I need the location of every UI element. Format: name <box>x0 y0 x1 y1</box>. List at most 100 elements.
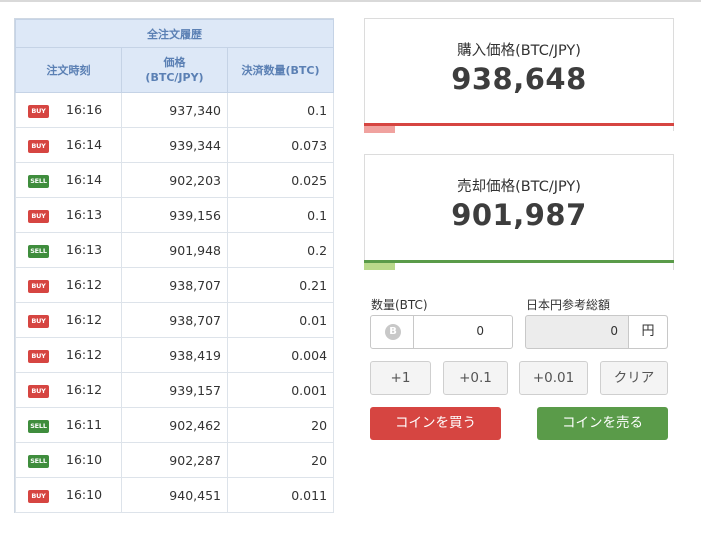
buy-badge: BUY <box>28 350 49 363</box>
order-quantity: 0.2 <box>226 232 335 268</box>
order-time-cell: SELL 16:11 <box>15 407 122 443</box>
order-price: 938,707 <box>121 267 228 303</box>
buy-price-panel: 購入価格(BTC/JPY) 938,648 <box>364 18 674 133</box>
sell-price-panel: 売却価格(BTC/JPY) 901,987 <box>364 154 674 270</box>
order-price: 937,340 <box>121 92 228 128</box>
order-time-cell: BUY 16:12 <box>15 302 122 338</box>
order-time: 16:14 <box>66 172 103 187</box>
order-time-cell: BUY 16:10 <box>15 477 122 513</box>
order-price: 901,948 <box>121 232 228 268</box>
jpy-total-label: 日本円参考総額 <box>526 298 611 312</box>
order-time-cell: BUY 16:16 <box>15 92 122 128</box>
order-time: 16:11 <box>66 417 103 432</box>
buy-badge: BUY <box>28 210 49 223</box>
add-0.1-button[interactable]: +0.1 <box>443 361 508 395</box>
sell-badge: SELL <box>28 455 49 468</box>
order-price: 938,419 <box>121 337 228 373</box>
order-time-cell: SELL 16:10 <box>15 442 122 478</box>
column-header-time: 注文時刻 <box>15 47 122 93</box>
sell-badge: SELL <box>28 175 49 188</box>
order-quantity: 0.025 <box>226 162 335 198</box>
order-price: 939,344 <box>121 127 228 163</box>
order-time: 16:12 <box>66 277 103 292</box>
table-row: SELL 16:14 902,203 0.025 <box>15 162 335 198</box>
order-history-rows: BUY 16:16 937,340 0.1 BUY 16:14 939,344 0.073 SE… <box>15 92 335 513</box>
table-row: BUY 16:16 937,340 0.1 <box>15 92 335 128</box>
sell-badge: SELL <box>28 245 49 258</box>
add-0.01-button[interactable]: +0.01 <box>519 361 588 395</box>
buy-badge: BUY <box>28 105 49 118</box>
order-quantity: 0.001 <box>226 372 335 408</box>
order-time: 16:12 <box>66 382 103 397</box>
buy-badge: BUY <box>28 280 49 293</box>
quantity-value[interactable]: 0 <box>415 324 484 338</box>
order-price: 902,287 <box>121 442 228 478</box>
order-history-panel: 全注文履歴 注文時刻 価格 (BTC/JPY) 決済数量(BTC) BUY 16:… <box>14 18 335 513</box>
buy-price-value: 938,648 <box>451 62 587 96</box>
sell-price-label: 売却価格(BTC/JPY) <box>457 179 581 195</box>
order-time-cell: SELL 16:13 <box>15 232 122 268</box>
order-price: 938,707 <box>121 302 228 338</box>
jpy-total-field: 0 円 <box>525 315 668 349</box>
order-quantity: 0.1 <box>226 197 335 233</box>
order-quantity: 20 <box>226 442 335 478</box>
table-row: BUY 16:14 939,344 0.073 <box>15 127 335 163</box>
order-history-table: 全注文履歴 注文時刻 価格 (BTC/JPY) 決済数量(BTC) BUY 16:… <box>14 19 335 513</box>
top-divider <box>0 0 701 2</box>
order-time-cell: BUY 16:12 <box>15 372 122 408</box>
order-time: 16:13 <box>66 207 103 222</box>
table-row: BUY 16:13 939,156 0.1 <box>15 197 335 233</box>
order-time: 16:10 <box>66 487 103 502</box>
table-row: SELL 16:11 902,462 20 <box>15 407 335 443</box>
order-time-cell: SELL 16:14 <box>15 162 122 198</box>
sell-coin-button[interactable]: コインを売る <box>537 407 668 440</box>
order-price: 902,203 <box>121 162 228 198</box>
order-time: 16:16 <box>66 102 103 117</box>
order-quantity: 0.1 <box>226 92 335 128</box>
buy-price-label: 購入価格(BTC/JPY) <box>457 43 581 59</box>
jpy-total-value: 0 <box>610 324 618 338</box>
clear-button[interactable]: クリア <box>600 361 668 395</box>
buy-price-underline <box>364 123 674 126</box>
table-row: BUY 16:12 938,707 0.21 <box>15 267 335 303</box>
order-price: 939,156 <box>121 197 228 233</box>
table-row: BUY 16:10 940,451 0.011 <box>15 477 335 513</box>
column-header-price-line1: 価格 <box>163 56 186 69</box>
sell-price-underline <box>364 260 674 263</box>
order-history-title: 全注文履歴 <box>14 19 335 48</box>
order-quantity: 0.011 <box>226 477 335 513</box>
table-row: SELL 16:13 901,948 0.2 <box>15 232 335 268</box>
sell-price-value: 901,987 <box>451 198 587 232</box>
table-row: BUY 16:12 938,707 0.01 <box>15 302 335 338</box>
order-price: 902,462 <box>121 407 228 443</box>
sell-price-indicator <box>364 263 395 270</box>
quantity-icon-cell: B <box>371 316 414 348</box>
buy-coin-button[interactable]: コインを買う <box>370 407 501 440</box>
buy-price-indicator <box>364 126 395 133</box>
table-row: BUY 16:12 939,157 0.001 <box>15 372 335 408</box>
order-time: 16:10 <box>66 452 103 467</box>
order-quantity: 0.073 <box>226 127 335 163</box>
order-time: 16:14 <box>66 137 103 152</box>
jpy-unit-label: 円 <box>628 316 667 348</box>
quantity-input[interactable]: B 0 <box>370 315 513 349</box>
buy-badge: BUY <box>28 140 49 153</box>
bitcoin-coin-icon: B <box>385 324 401 340</box>
order-time-cell: BUY 16:12 <box>15 337 122 373</box>
order-time: 16:13 <box>66 242 103 257</box>
order-quantity: 0.21 <box>226 267 335 303</box>
table-row: BUY 16:12 938,419 0.004 <box>15 337 335 373</box>
order-time: 16:12 <box>66 347 103 362</box>
order-price: 939,157 <box>121 372 228 408</box>
order-time: 16:12 <box>66 312 103 327</box>
table-row: SELL 16:10 902,287 20 <box>15 442 335 478</box>
order-time-cell: BUY 16:14 <box>15 127 122 163</box>
sell-badge: SELL <box>28 420 49 433</box>
order-quantity: 0.01 <box>226 302 335 338</box>
quantity-label: 数量(BTC) <box>371 298 428 312</box>
order-price: 940,451 <box>121 477 228 513</box>
buy-badge: BUY <box>28 315 49 328</box>
order-quantity: 0.004 <box>226 337 335 373</box>
column-header-qty: 決済数量(BTC) <box>226 47 335 93</box>
add-1-button[interactable]: +1 <box>370 361 431 395</box>
